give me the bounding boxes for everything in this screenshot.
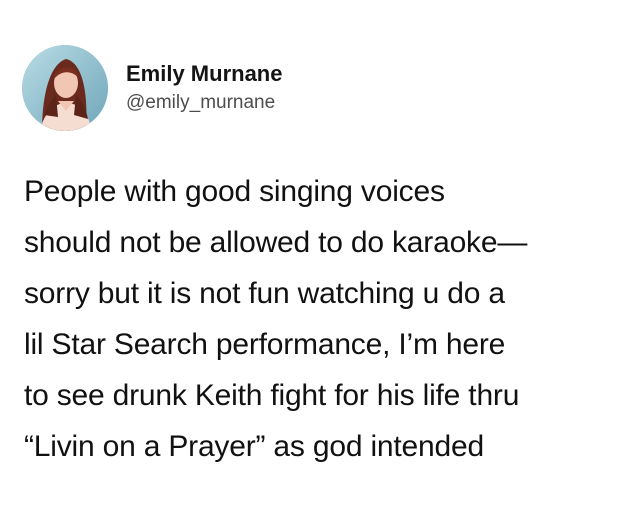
display-name[interactable]: Emily Murnane — [126, 60, 282, 88]
avatar[interactable] — [22, 45, 108, 131]
tweet-text-line: “Livin on a Prayer” as god intended — [24, 430, 484, 463]
tweet-text: People with good singing voices should n… — [24, 166, 624, 472]
tweet-text-line: lil Star Search performance, I’m here — [24, 328, 506, 361]
tweet-header: Emily Murnane @emily_murnane — [22, 42, 282, 134]
user-handle[interactable]: @emily_murnane — [126, 90, 282, 116]
tweet-text-line: to see drunk Keith fight for his life th… — [24, 379, 520, 412]
tweet-text-line: sorry but it is not fun watching u do a — [24, 277, 505, 310]
user-names: Emily Murnane @emily_murnane — [126, 60, 282, 116]
tweet-text-line: should not be allowed to do karaoke— — [24, 226, 528, 259]
tweet-text-line: People with good singing voices — [24, 175, 445, 208]
tweet-card: Emily Murnane @emily_murnane People with… — [0, 0, 640, 510]
profile-photo-icon — [22, 45, 108, 131]
